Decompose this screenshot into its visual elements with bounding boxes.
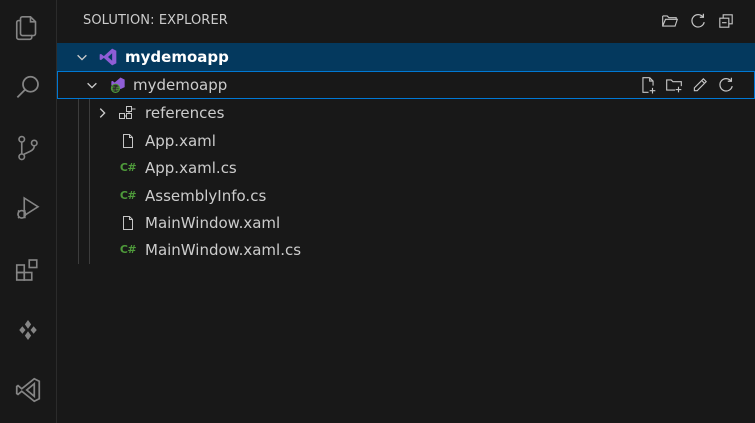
csharp-icon: C#: [119, 243, 137, 256]
tree-item-file[interactable]: C# AssemblyInfo.cs: [57, 182, 755, 209]
header-actions: [659, 10, 737, 32]
tree-item-label: App.xaml.cs: [145, 158, 237, 177]
file-icon: [118, 213, 138, 233]
new-file-icon[interactable]: [637, 74, 659, 96]
panel-header: SOLUTION: EXPLORER: [57, 0, 755, 42]
activity-bar: [0, 0, 57, 423]
file-icon: [118, 131, 138, 151]
tree-item-file[interactable]: App.xaml: [57, 127, 755, 154]
tree-item-label: MainWindow.xaml: [145, 213, 281, 232]
extensions-icon[interactable]: [0, 246, 56, 294]
references-icon: [118, 103, 138, 123]
panel-title: SOLUTION: EXPLORER: [83, 13, 228, 28]
collapse-all-icon[interactable]: [715, 10, 737, 32]
refresh-icon[interactable]: [687, 10, 709, 32]
tree-item-solution[interactable]: mydemoapp: [57, 43, 755, 71]
tree-item-project[interactable]: C# mydemoapp: [57, 71, 755, 99]
visual-studio-solution-icon: [98, 47, 118, 67]
svg-text:C#: C#: [111, 86, 120, 92]
run-debug-icon[interactable]: [0, 184, 56, 232]
chevron-right-icon[interactable]: [94, 105, 110, 121]
open-folder-icon[interactable]: [659, 10, 681, 32]
source-control-icon[interactable]: [0, 124, 56, 172]
visual-studio-icon[interactable]: [0, 366, 56, 414]
solution-label: mydemoapp: [125, 48, 229, 66]
tree-item-label: App.xaml: [145, 131, 216, 150]
rename-icon[interactable]: [689, 74, 711, 96]
tree-item-file[interactable]: MainWindow.xaml: [57, 209, 755, 236]
solution-explorer-panel: SOLUTION: EXPLORER mydemoapp C# mydemoap…: [57, 0, 755, 423]
tree-item-file[interactable]: C# MainWindow.xaml.cs: [57, 236, 755, 263]
chevron-down-icon[interactable]: [74, 49, 90, 65]
search-icon[interactable]: [0, 64, 56, 112]
refresh-icon[interactable]: [715, 74, 737, 96]
tree-item-label: AssemblyInfo.cs: [145, 186, 267, 205]
csharp-icon: C#: [119, 161, 137, 174]
csharp-icon: C#: [119, 189, 137, 202]
tree-item-references[interactable]: references: [57, 99, 755, 126]
new-folder-icon[interactable]: [663, 74, 685, 96]
copilot-icon[interactable]: [0, 306, 56, 354]
csharp-project-icon: C#: [108, 75, 128, 95]
chevron-down-icon[interactable]: [84, 77, 100, 93]
explorer-icon[interactable]: [0, 4, 56, 52]
project-actions: [637, 74, 737, 96]
tree-item-label: MainWindow.xaml.cs: [145, 240, 302, 259]
tree-item-file[interactable]: C# App.xaml.cs: [57, 154, 755, 181]
project-label: mydemoapp: [133, 76, 228, 94]
tree-item-label: references: [145, 103, 225, 122]
